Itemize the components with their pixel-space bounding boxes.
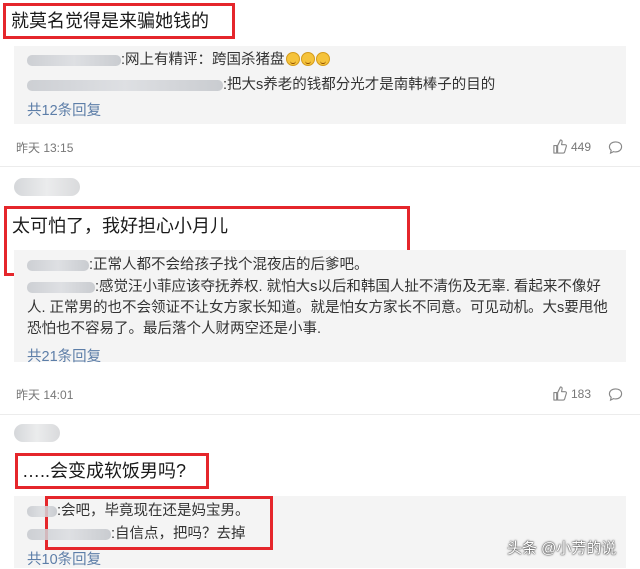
divider	[0, 166, 640, 167]
blurred-username	[27, 259, 89, 271]
more-replies-link[interactable]: 共12条回复	[27, 99, 101, 120]
reply-item[interactable]: :会吧，毕竟现在还是妈宝男。	[27, 501, 250, 522]
comment-text: …..会变成软饭男吗?	[22, 461, 187, 481]
reply-item[interactable]: :正常人都不会给孩子找个混夜店的后爹吧。	[27, 255, 407, 276]
blurred-username	[14, 178, 80, 196]
like-count: 183	[571, 386, 592, 401]
more-replies-link[interactable]: 共10条回复	[27, 548, 101, 569]
more-replies-link[interactable]: 共21条回复	[27, 345, 101, 366]
like-button[interactable]: 449	[552, 139, 591, 154]
reply-item[interactable]: :感觉汪小菲应该夺抚养权. 就怕大s以后和韩国人扯不清伤及无辜. 看起来不像好人…	[27, 277, 617, 340]
comment-time: 昨天 13:15	[16, 141, 74, 155]
comment-text: 就莫名觉得是来骗她钱的	[11, 11, 209, 31]
watermark: 头条 @小芳的说	[507, 540, 617, 557]
reply-item[interactable]: :自信点，把吗？去掉	[27, 524, 246, 545]
like-count: 449	[571, 139, 592, 154]
blurred-username	[27, 79, 223, 91]
blurred-username	[27, 281, 95, 293]
comment-bubble-icon[interactable]	[608, 140, 623, 155]
reply-text: :正常人都不会给孩子找个混夜店的后爹吧。	[89, 257, 369, 273]
blurred-username	[27, 505, 57, 517]
laughing-emoji-icon	[300, 52, 315, 66]
blurred-username	[27, 528, 111, 540]
reply-item[interactable]: :把大s养老的钱都分光才是南韩棒子的目的	[27, 75, 622, 96]
comment-bubble-icon[interactable]	[608, 387, 623, 402]
reply-text: :自信点，把吗？去掉	[111, 526, 246, 542]
reply-text: :感觉汪小菲应该夺抚养权. 就怕大s以后和韩国人扯不清伤及无辜. 看起来不像好人…	[27, 279, 608, 337]
laughing-emoji-icon	[285, 52, 300, 66]
thumbs-up-icon	[553, 386, 567, 401]
comment-text: 太可怕了，我好担心小月儿	[12, 216, 228, 236]
laughing-emoji-icon	[315, 52, 330, 66]
blurred-username	[27, 54, 121, 66]
comment-time: 昨天 14:01	[16, 388, 74, 402]
thumbs-up-icon	[553, 139, 567, 154]
reply-item[interactable]: :网上有精评：跨国杀猪盘	[27, 50, 622, 71]
divider	[0, 414, 640, 415]
reply-text: :把大s养老的钱都分光才是南韩棒子的目的	[223, 77, 496, 93]
blurred-username	[14, 424, 60, 442]
reply-text: :会吧，毕竟现在还是妈宝男。	[57, 503, 250, 519]
like-button[interactable]: 183	[552, 386, 591, 401]
reply-text: :网上有精评：跨国杀猪盘	[121, 52, 285, 68]
